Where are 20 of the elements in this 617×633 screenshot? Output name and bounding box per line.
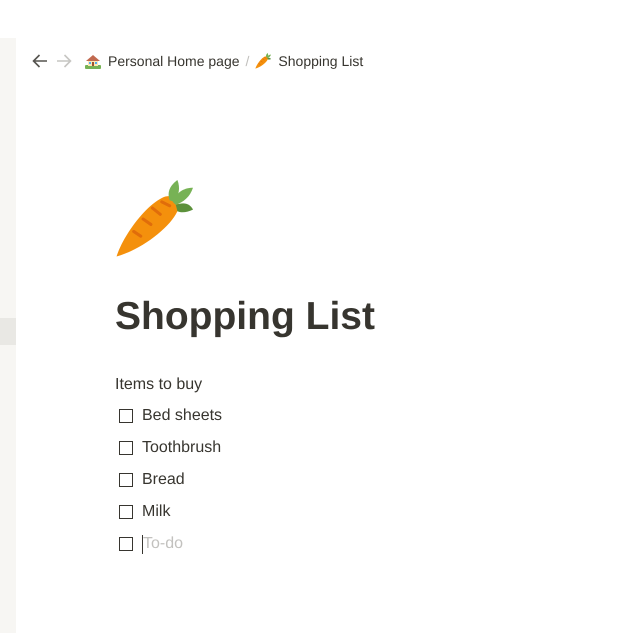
checkbox[interactable] [119,441,133,455]
breadcrumb-link[interactable]: Shopping List [251,51,368,71]
right-arrow-icon [56,53,72,69]
todo-text: Toothbrush [142,438,222,458]
todo-text: Bread [142,470,185,490]
breadcrumb-separator: / [244,53,250,69]
todo-text: Bed sheets [142,406,222,426]
todo-text: Milk [142,502,170,522]
checkbox[interactable] [119,505,133,519]
checkbox[interactable] [119,473,133,487]
carrot-icon [115,180,193,258]
checkbox[interactable] [119,537,133,551]
house-icon [85,53,101,69]
carrot-icon [255,53,272,69]
breadcrumb-link[interactable]: Personal Home page [81,51,244,71]
checkbox[interactable] [119,409,133,423]
page-title: Shopping List [115,294,375,340]
paragraph-text: Items to buy [115,375,202,395]
left-arrow-icon [32,53,48,69]
todo-input[interactable]: To-do [143,532,303,556]
